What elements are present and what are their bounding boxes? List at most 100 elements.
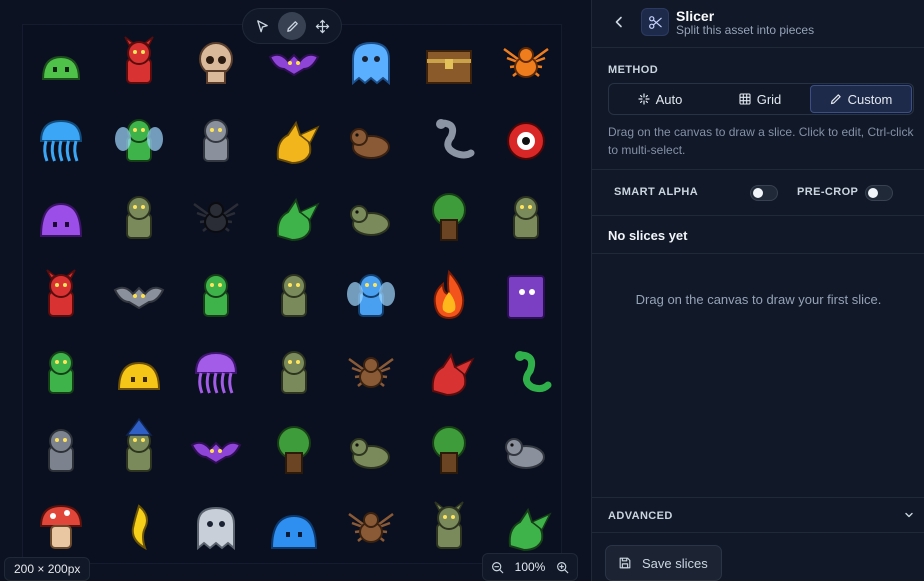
- smart-alpha-label: SMART ALPHA: [614, 186, 699, 198]
- move-icon: [315, 19, 329, 33]
- blue-fairy-icon: [347, 273, 395, 317]
- sprite-red-demon: [111, 35, 167, 91]
- blue-water-elemental-icon: [431, 193, 466, 241]
- brown-spider-icon: [348, 512, 394, 543]
- sprite-gray-gargoyle: [188, 113, 244, 169]
- sparkle-icon: [638, 93, 650, 105]
- wizard-icon: [125, 417, 152, 472]
- slicer-panel: Slicer Split this asset into pieces METH…: [591, 0, 924, 581]
- sprite-mushroom: [33, 500, 89, 556]
- purple-eye-bat-icon: [190, 441, 242, 464]
- pre-crop-toggle[interactable]: [865, 185, 893, 201]
- sprite-blue-fairy: [343, 268, 399, 324]
- sprite-green-slime: [33, 35, 89, 91]
- green-orc-icon: [48, 351, 74, 394]
- white-ghost-icon: [197, 506, 235, 551]
- yellow-dragon-icon: [276, 120, 320, 164]
- method-grid-label: Grid: [756, 91, 782, 107]
- treasure-chest-icon: [425, 50, 472, 84]
- treant-icon: [276, 425, 311, 474]
- panel-header: Slicer Split this asset into pieces: [592, 0, 924, 48]
- draw-tool-button[interactable]: [278, 12, 306, 40]
- sprite-purple-slime: [33, 190, 89, 246]
- canvas-area[interactable]: 200 × 200px 100%: [0, 0, 591, 581]
- sprite-purple-spellbook: [498, 268, 554, 324]
- zoom-out-icon: [491, 561, 503, 573]
- slices-title: No slices yet: [608, 228, 688, 243]
- badger-icon: [350, 205, 390, 236]
- blue-slime-icon: [270, 514, 317, 549]
- sprite-blue-slime: [266, 500, 322, 556]
- sprite-gray-bat: [111, 268, 167, 324]
- chevron-down-icon: [905, 512, 913, 518]
- green-slime-icon: [41, 55, 81, 80]
- advanced-section-toggle[interactable]: ADVANCED: [592, 497, 924, 533]
- method-auto-button[interactable]: Auto: [610, 85, 710, 113]
- sprite-gray-wolf: [498, 423, 554, 479]
- pointer-icon: [256, 19, 268, 32]
- grid-icon: [739, 93, 751, 105]
- sprite-orange-spider: [498, 35, 554, 91]
- back-button[interactable]: [610, 12, 628, 32]
- sprite-yellow-slime: [111, 345, 167, 401]
- toggle-knob: [753, 188, 763, 198]
- save-icon: [619, 557, 631, 569]
- canvas-toolbar: [242, 8, 342, 44]
- red-dragon-icon: [431, 352, 475, 397]
- rat-swarm-icon: [350, 437, 390, 469]
- purple-jellyfish-icon: [194, 351, 238, 394]
- scissors-icon: [641, 8, 669, 36]
- sprite-badger: [343, 190, 399, 246]
- green-wyvern-icon: [508, 507, 552, 552]
- method-custom-button[interactable]: Custom: [810, 85, 912, 113]
- sprite-green-orc: [33, 345, 89, 401]
- green-dragon-icon: [276, 197, 320, 242]
- pre-crop-label: PRE-CROP: [797, 186, 859, 198]
- divider: [592, 215, 924, 216]
- sprite-mummy: [498, 190, 554, 246]
- sprite-rat-swarm: [343, 423, 399, 479]
- brown-spider-icon: [348, 357, 394, 388]
- method-auto-label: Auto: [655, 91, 683, 107]
- red-eyeball-icon: [507, 121, 545, 160]
- sprite-green-dragon: [266, 190, 322, 246]
- gray-gargoyle-icon: [203, 118, 229, 162]
- skeleton-archer-icon: [280, 351, 307, 394]
- zoom-out-button[interactable]: [489, 559, 505, 575]
- method-selector: Auto Grid Custom: [608, 83, 914, 115]
- sprite-treant: [266, 423, 322, 479]
- sprite-skeleton-archer: [266, 345, 322, 401]
- sprite-green-snake: [498, 345, 554, 401]
- sprite-skull: [188, 35, 244, 91]
- chevron-left-icon: [615, 16, 622, 28]
- gray-serpent-icon: [435, 118, 474, 158]
- green-frog-icon: [203, 273, 229, 317]
- sprite-brown-spider: [343, 500, 399, 556]
- method-custom-label: Custom: [847, 91, 893, 107]
- zoom-in-button[interactable]: [555, 559, 571, 575]
- move-tool-button[interactable]: [308, 12, 336, 40]
- panel-subtitle: Split this asset into pieces: [676, 23, 815, 37]
- sprite-sheet[interactable]: [22, 24, 562, 564]
- save-slices-button[interactable]: Save slices: [605, 545, 722, 581]
- fire-imp-icon: [433, 501, 464, 549]
- pencil-icon: [830, 94, 841, 105]
- dwarf-warrior-icon: [125, 196, 152, 239]
- smart-alpha-toggle[interactable]: [750, 185, 778, 201]
- blue-ghost-icon: [352, 41, 390, 86]
- sprite-fire-imp: [421, 500, 477, 556]
- panel-title: Slicer: [676, 8, 715, 24]
- fire-elemental-icon: [433, 269, 464, 319]
- advanced-label: ADVANCED: [608, 510, 673, 522]
- sprite-tree-ent: [421, 423, 477, 479]
- options-row: SMART ALPHA PRE-CROP: [592, 170, 924, 216]
- gray-wolf-icon: [505, 437, 545, 469]
- select-tool-button[interactable]: [248, 12, 276, 40]
- sprite-stone-gargoyle: [33, 423, 89, 479]
- zoom-level: 100%: [514, 560, 546, 574]
- stone-gargoyle-icon: [48, 428, 74, 472]
- method-grid-button[interactable]: Grid: [710, 85, 810, 113]
- tree-ent-icon: [431, 425, 466, 474]
- divider: [592, 253, 924, 254]
- sprite-green-wyvern: [498, 500, 554, 556]
